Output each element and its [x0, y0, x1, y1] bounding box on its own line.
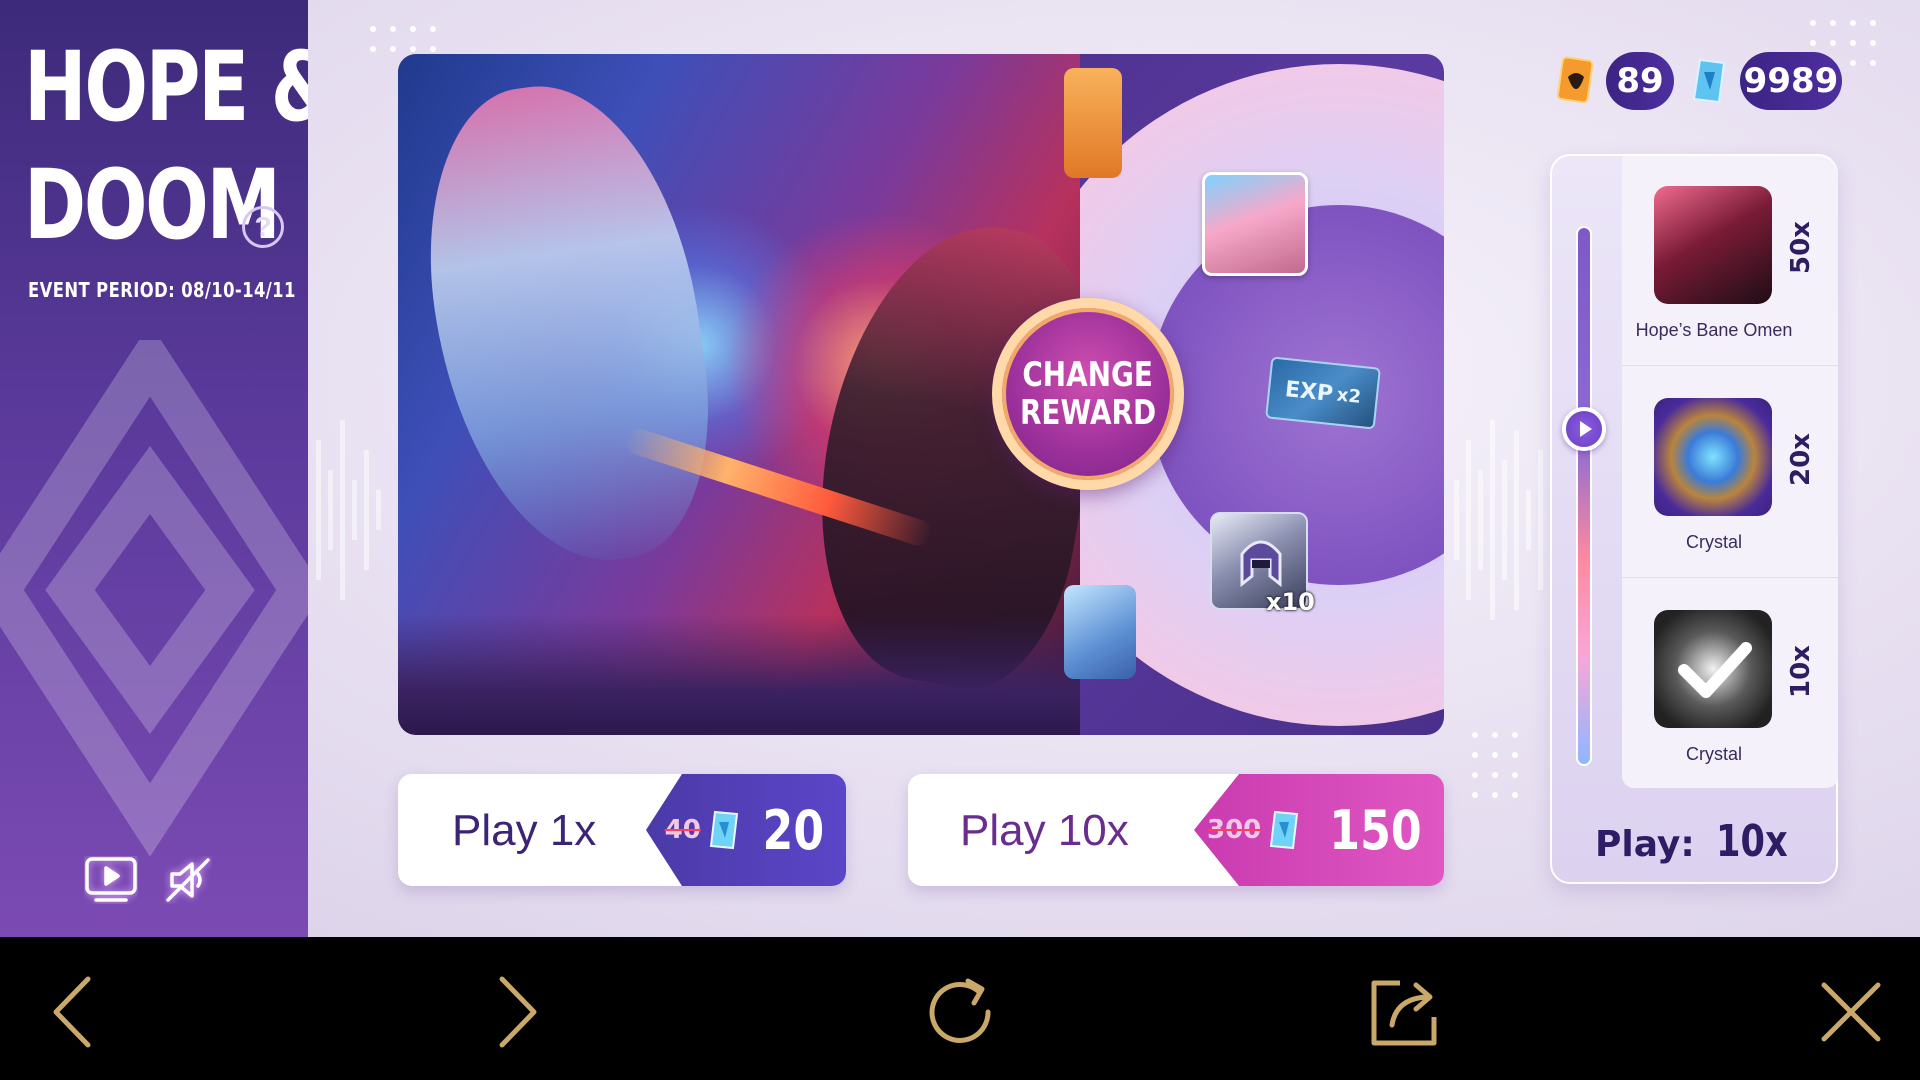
close-icon[interactable]: [1806, 967, 1896, 1057]
change-reward-button[interactable]: CHANGE REWARD: [992, 298, 1184, 490]
play-count-slider-handle[interactable]: [1562, 407, 1606, 451]
reward-tier: 10x Crystal: [1622, 580, 1838, 790]
play-1x-old-price: 40: [664, 815, 701, 845]
soundwave-decoration-right: [1454, 420, 1543, 620]
diamond-gem-icon: [1270, 810, 1299, 850]
gem-count: 9989: [1740, 52, 1842, 110]
exp-multiplier: x2: [1335, 384, 1363, 408]
play-10x-label: Play 10x: [960, 806, 1129, 855]
diamond-logo-decoration: [0, 340, 308, 857]
tier-name: Hope’s Bane Omen: [1635, 320, 1793, 340]
soundwave-decoration-left: [316, 420, 381, 600]
helmet-count: x10: [1266, 588, 1315, 616]
play-count-value: 10x: [1716, 816, 1789, 867]
play-count-prefix: Play:: [1595, 824, 1695, 865]
hopes-bane-omen-icon: [1654, 186, 1772, 304]
dot-pattern-decoration: [1472, 732, 1518, 798]
event-info-panel: HOPE & DOOM ? EVENT PERIOD: 08/10-14/11: [0, 0, 308, 937]
play-1x-button[interactable]: Play 1x 40 20: [398, 774, 846, 886]
help-icon[interactable]: ?: [242, 206, 284, 248]
selected-play-count: Play: 10x: [1552, 816, 1840, 867]
ticket-card-icon: [1556, 56, 1594, 104]
crystal-icon: [1654, 398, 1772, 516]
diamond-gem-icon: [1692, 58, 1726, 104]
hero-skin-portrait-icon: [1202, 172, 1308, 276]
refresh-icon[interactable]: [916, 967, 1006, 1057]
browser-navigation-bar: [0, 937, 1920, 1080]
reward-tier: 50x Hope’s Bane Omen: [1622, 156, 1838, 366]
sound-muted-icon[interactable]: [164, 856, 212, 904]
play-count-slider-track[interactable]: [1576, 226, 1592, 766]
back-arrow-icon[interactable]: [28, 967, 118, 1057]
play-1x-label: Play 1x: [452, 806, 597, 855]
tier-count: 10x: [1786, 645, 1816, 699]
reward-item-partial-top: [1064, 68, 1122, 178]
event-title-line2: DOOM: [24, 149, 281, 261]
tier-count: 50x: [1786, 221, 1816, 275]
play-10x-old-price: 300: [1206, 815, 1262, 845]
tier-name: Crystal: [1685, 744, 1742, 764]
event-title: HOPE & DOOM: [24, 28, 308, 264]
game-screen: HOPE & DOOM ? EVENT PERIOD: 08/10-14/11: [0, 0, 1920, 937]
play-10x-price-tag: 300 150: [1194, 774, 1444, 886]
event-key-art: [398, 54, 1080, 735]
exp-card-icon: EXP x2: [1265, 356, 1381, 430]
video-replay-icon[interactable]: [84, 856, 138, 904]
gem-balance: 9989: [1690, 52, 1842, 110]
ticket-count: 89: [1606, 52, 1674, 110]
tier-name: Crystal: [1685, 532, 1742, 552]
crystal-check-icon: [1654, 610, 1772, 728]
diamond-gem-icon: [709, 810, 738, 850]
exp-label: EXP: [1283, 376, 1335, 407]
play-10x-price: 150: [1329, 798, 1422, 862]
event-title-line1: HOPE &: [24, 31, 308, 143]
forward-arrow-icon[interactable]: [472, 967, 562, 1057]
change-reward-line2: REWARD: [1019, 393, 1157, 433]
checkmark-icon: [1678, 642, 1752, 698]
play-1x-price-tag: 40 20: [646, 774, 846, 886]
play-1x-price: 20: [762, 798, 824, 862]
change-reward-line1: CHANGE: [1022, 355, 1154, 395]
share-icon[interactable]: [1360, 967, 1450, 1057]
event-period: EVENT PERIOD: 08/10-14/11: [28, 278, 296, 302]
reward-tier: 20x Crystal: [1622, 368, 1838, 578]
reward-item-partial-bottom: [1064, 585, 1136, 679]
hope-hero-figure: [405, 68, 731, 580]
tier-count: 20x: [1786, 433, 1816, 487]
play-count-selector: 50x Hope’s Bane Omen 20x Crystal 10x Cry…: [1550, 154, 1838, 884]
ticket-balance: 89: [1556, 52, 1674, 110]
reward-tier-list: 50x Hope’s Bane Omen 20x Crystal 10x Cry…: [1622, 156, 1838, 788]
play-10x-button[interactable]: Play 10x 300 150: [908, 774, 1444, 886]
